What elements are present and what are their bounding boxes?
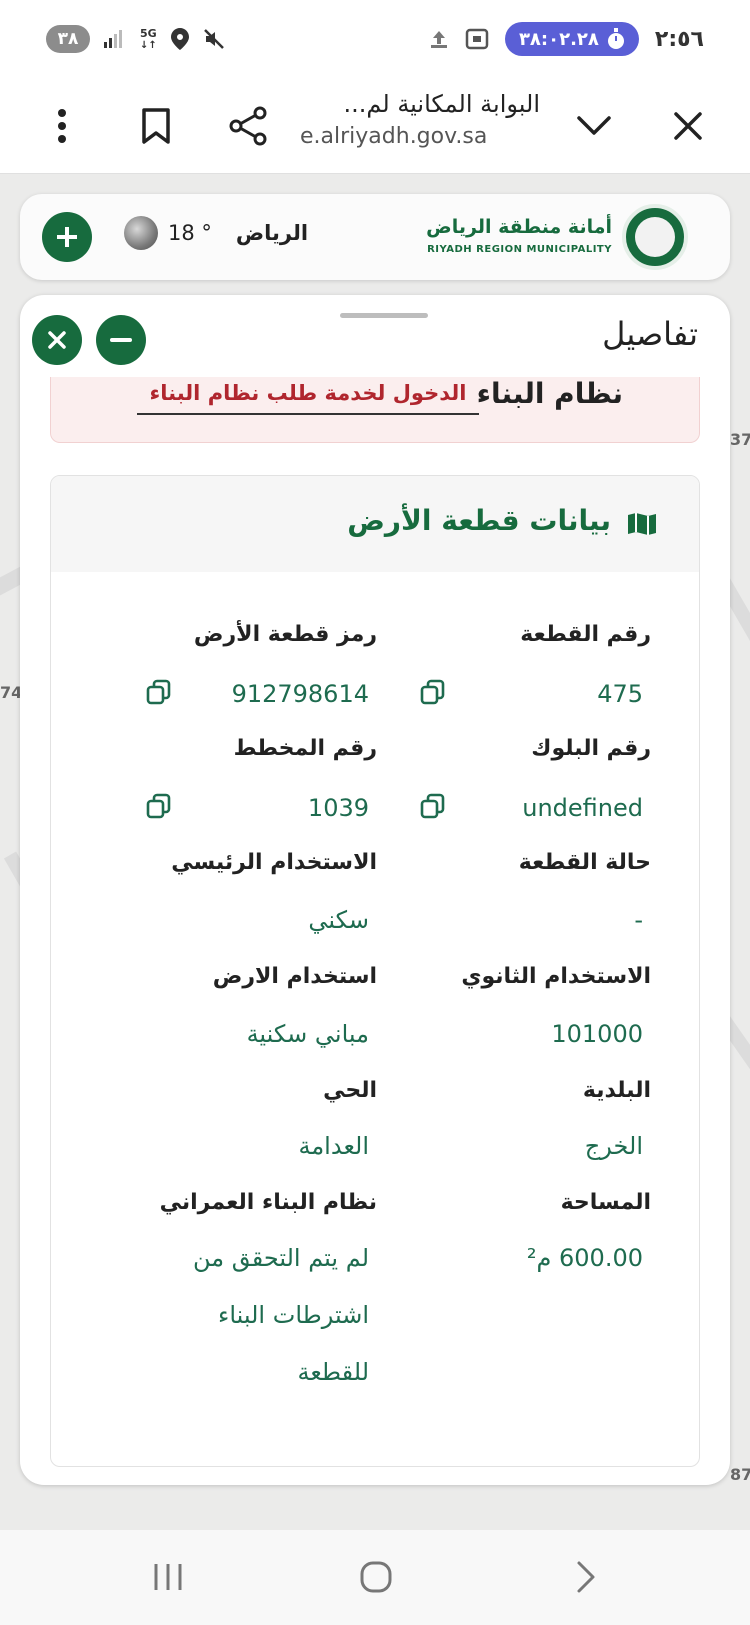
weather-widget: 18 ° الرياض: [124, 216, 308, 250]
field-label: نظام البناء العمراني: [159, 1190, 377, 1215]
copy-icon[interactable]: [419, 792, 447, 820]
building-system-label: نظام البناء: [476, 377, 623, 410]
home-button[interactable]: [346, 1552, 406, 1602]
field-value: الخرج: [584, 1132, 643, 1160]
field-value: 600.00 م²: [526, 1244, 643, 1272]
copy-icon[interactable]: [145, 678, 173, 706]
browser-toolbar: البوابة المكانية لم... e.alriyadh.gov.sa: [0, 78, 750, 174]
signal-icon: [104, 30, 122, 48]
close-panel-button[interactable]: [32, 315, 82, 365]
collapse-panel-button[interactable]: [96, 315, 146, 365]
panel-title: تفاصيل: [602, 315, 698, 353]
home-icon: [360, 1561, 392, 1593]
location-icon: [170, 28, 189, 50]
network-type: 5G ↓↑: [140, 26, 157, 51]
close-tab-button[interactable]: [660, 98, 716, 154]
recent-apps-button[interactable]: [138, 1552, 198, 1602]
field-label: البلدية: [582, 1078, 651, 1103]
field-label: رقم القطعة: [520, 622, 651, 647]
page-title-area[interactable]: البوابة المكانية لم... e.alriyadh.gov.sa: [300, 86, 540, 166]
screenshot-icon: [465, 28, 489, 50]
copy-icon[interactable]: [145, 792, 173, 820]
bookmark-button[interactable]: [128, 98, 184, 154]
field-value: 912798614: [231, 680, 369, 708]
field-label: الاستخدام الثانوي: [461, 964, 651, 989]
minimize-button[interactable]: [566, 98, 622, 154]
page-url: e.alriyadh.gov.sa: [300, 124, 488, 149]
plus-icon: [57, 227, 77, 247]
logo-emblem-icon: [635, 217, 675, 257]
recent-apps-icon: [154, 1564, 182, 1590]
field-value: 1039: [307, 794, 369, 822]
minus-icon: [110, 338, 132, 342]
city-name: الرياض: [235, 221, 309, 245]
back-button[interactable]: [556, 1552, 616, 1602]
timer-text: ٣٨:٠٢.٢٨: [518, 28, 599, 50]
status-bar: ٣٨ 5G ↓↑ ٣٨:٠٢.٢٨ ٢:٥٦: [0, 0, 750, 78]
system-nav-bar: [0, 1530, 750, 1625]
field-value: undefined: [522, 794, 643, 822]
moon-icon: [124, 216, 158, 250]
map-label: 87: [730, 1465, 750, 1484]
land-data-card: بيانات قطعة الأرض رقم القطعة رمز قطعة ال…: [50, 475, 700, 1467]
map-label: 37: [730, 430, 750, 449]
building-system-box: نظام البناء الدخول لخدمة طلب نظام البناء: [50, 377, 700, 443]
municipality-name-en: RIYADH REGION MUNICIPALITY: [427, 244, 612, 255]
bookmark-icon: [142, 108, 170, 144]
close-icon: [48, 331, 66, 349]
building-system-link[interactable]: الدخول لخدمة طلب نظام البناء: [137, 381, 479, 415]
field-value: 101000: [551, 1020, 643, 1048]
field-value: للقطعة: [297, 1358, 369, 1386]
land-data-title: بيانات قطعة الأرض: [347, 504, 611, 537]
share-icon: [229, 106, 267, 146]
municipality-name-ar: أمانة منطقة الرياض: [426, 216, 612, 238]
field-label: الاستخدام الرئيسي: [171, 850, 377, 875]
field-label: المساحة: [560, 1190, 651, 1215]
field-label: استخدام الارض: [212, 964, 377, 989]
copy-icon[interactable]: [419, 678, 447, 706]
municipality-logo: [622, 204, 688, 270]
header-card: 18 ° الرياض أمانة منطقة الرياض RIYADH RE…: [20, 194, 730, 280]
chevron-down-icon: [577, 116, 611, 135]
mute-icon: [203, 29, 224, 49]
field-value: العدامة: [298, 1132, 369, 1160]
field-label: الحي: [323, 1078, 377, 1103]
stopwatch-pill[interactable]: ٣٨:٠٢.٢٨: [504, 22, 639, 56]
field-value: سكني: [308, 906, 369, 934]
page-title: البوابة المكانية لم...: [343, 90, 540, 118]
more-vert-button[interactable]: [34, 98, 90, 154]
share-button[interactable]: [220, 98, 276, 154]
field-label: حالة القطعة: [518, 850, 651, 875]
back-icon: [577, 1561, 595, 1593]
details-panel: تفاصيل نظام البناء الدخول لخدمة طلب نظام…: [20, 295, 730, 1485]
battery-indicator: ٣٨: [46, 25, 90, 53]
close-icon: [674, 112, 702, 140]
field-value: لم يتم التحقق من: [192, 1244, 369, 1272]
land-data-header: بيانات قطعة الأرض: [51, 476, 699, 572]
municipality-name: أمانة منطقة الرياض RIYADH REGION MUNICIP…: [426, 216, 612, 255]
field-label: رمز قطعة الأرض: [193, 622, 377, 647]
expand-button[interactable]: [42, 212, 92, 262]
map-label: 74: [0, 683, 23, 702]
more-vert-icon: [58, 109, 66, 143]
field-label: رقم المخطط: [233, 736, 377, 761]
drag-handle[interactable]: [340, 313, 428, 318]
stopwatch-icon: [607, 28, 624, 49]
temperature: 18 °: [168, 221, 212, 245]
field-value: مباني سكنية: [246, 1020, 369, 1048]
upload-icon: [430, 31, 447, 48]
map-icon: [628, 513, 656, 535]
field-value: 475: [597, 680, 643, 708]
clock: ٢:٥٦: [654, 26, 704, 52]
field-label: رقم البلوك: [531, 736, 651, 761]
field-value: اشترطات البناء: [218, 1301, 369, 1329]
field-value: -: [634, 906, 643, 934]
